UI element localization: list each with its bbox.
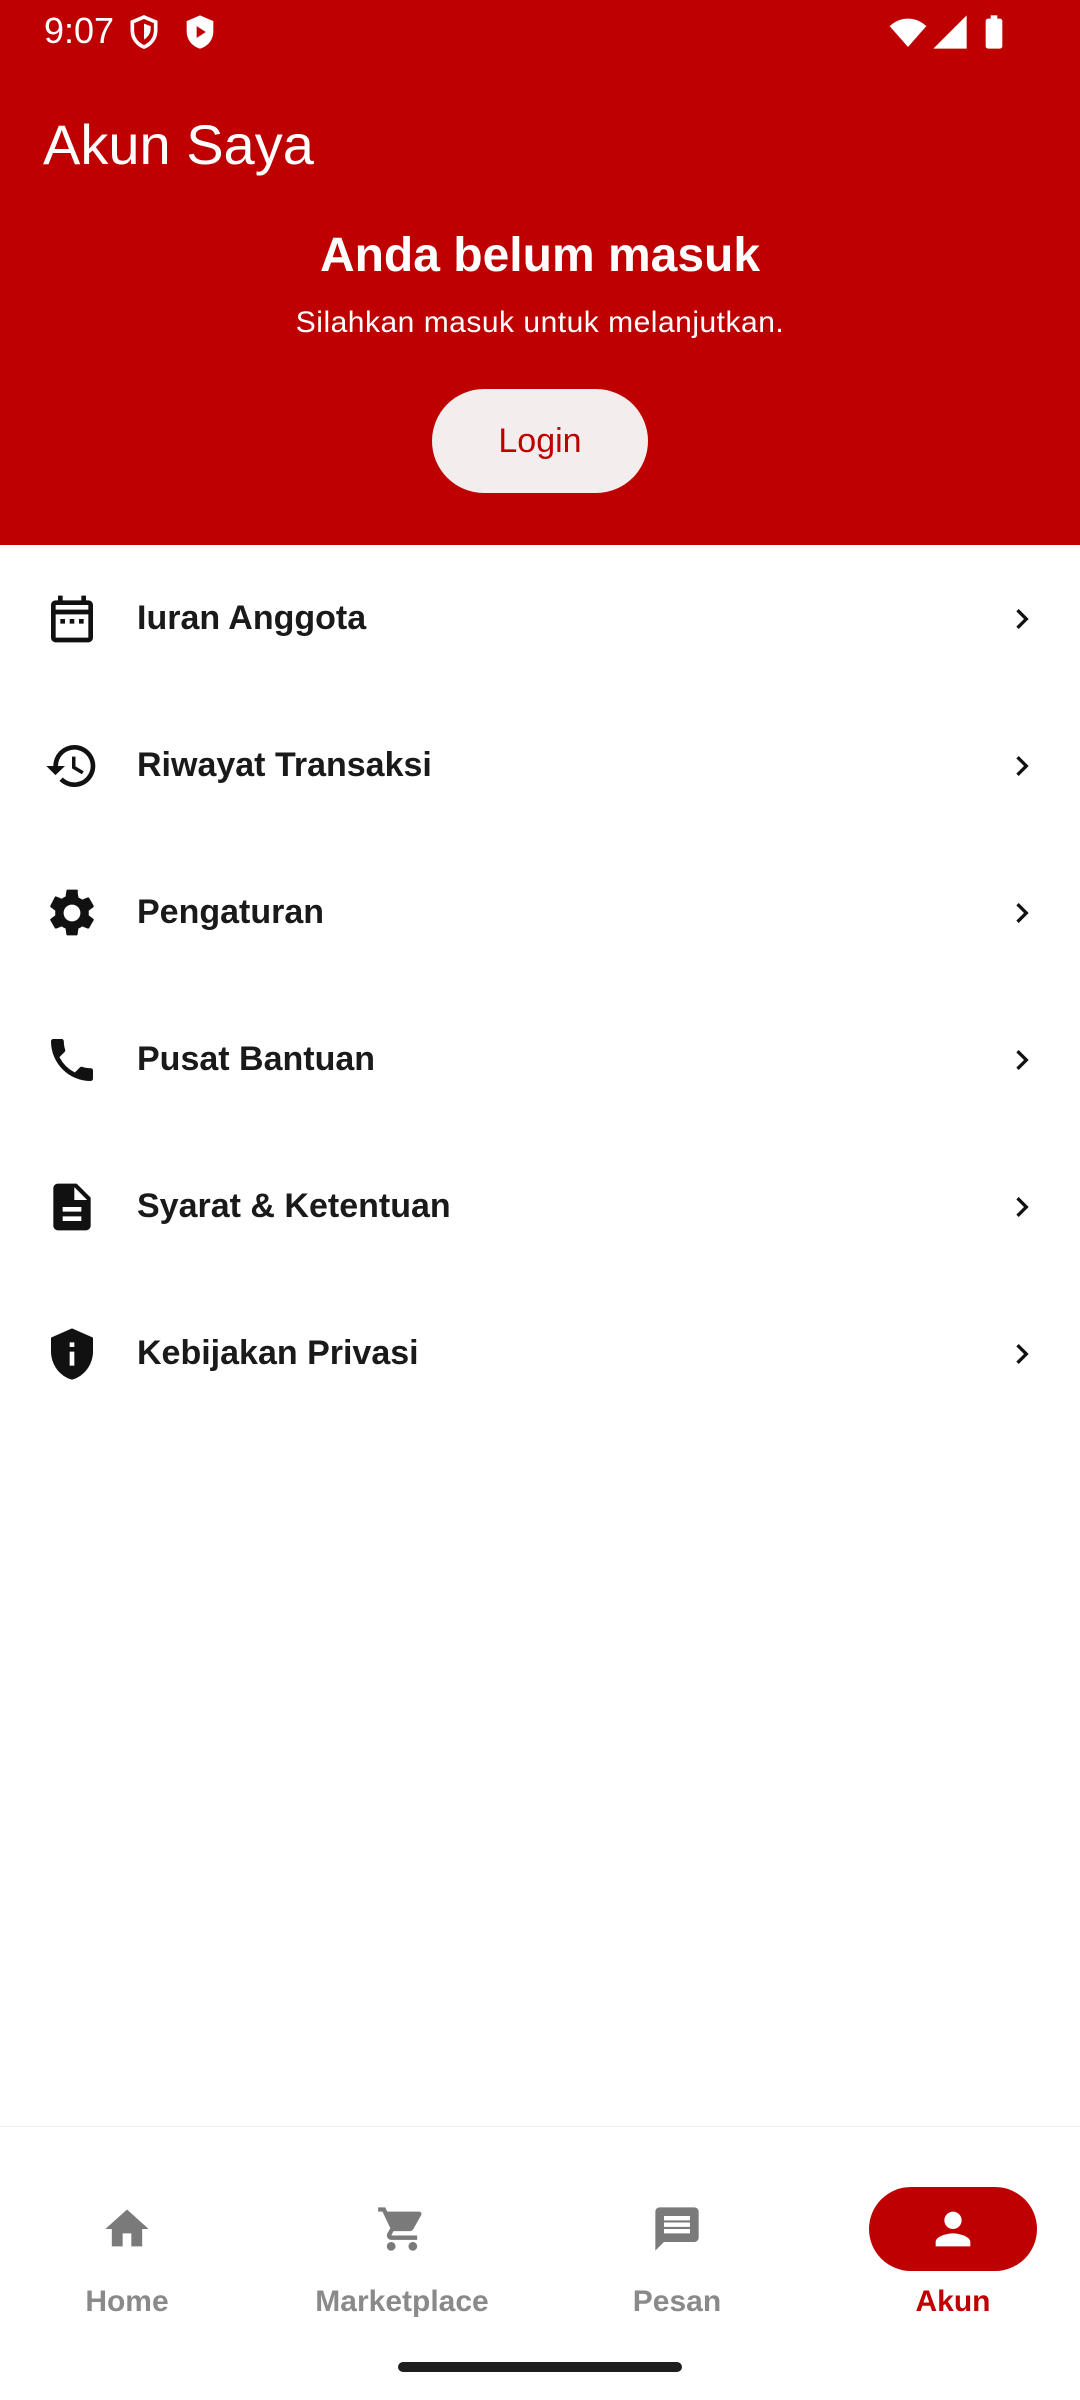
calendar-icon — [44, 591, 100, 647]
cart-icon — [318, 2187, 486, 2271]
chevron-right-icon — [1002, 893, 1042, 933]
nav-label: Marketplace — [315, 2285, 489, 2318]
nav-home[interactable]: Home — [27, 2157, 227, 2318]
nav-pesan[interactable]: Pesan — [577, 2157, 777, 2318]
status-time: 9:07 — [44, 10, 115, 51]
chevron-right-icon — [1002, 1334, 1042, 1374]
home-icon — [43, 2187, 211, 2271]
signal-icon — [930, 12, 970, 52]
menu-item-iuran-anggota[interactable]: Iuran Anggota — [0, 545, 1080, 692]
login-notice-subtitle: Silahkan masuk untuk melanjutkan. — [295, 306, 785, 339]
chevron-right-icon — [1002, 599, 1042, 639]
home-indicator[interactable] — [398, 2362, 682, 2372]
nav-label: Akun — [915, 2285, 991, 2318]
gear-icon — [44, 885, 100, 941]
status-bar: 9:07 — [0, 0, 1080, 64]
account-menu: Iuran Anggota Riwayat Transaksi Pengatur… — [0, 545, 1080, 1427]
play-protect-icon — [180, 12, 220, 52]
menu-item-label: Pengaturan — [137, 893, 325, 931]
account-screen: 9:07 Akun Saya Anda belum masuk Silahkan… — [0, 0, 1080, 2400]
account-header: 9:07 Akun Saya Anda belum masuk Silahkan… — [0, 0, 1080, 545]
nav-label: Pesan — [632, 2285, 722, 2318]
nav-marketplace[interactable]: Marketplace — [302, 2157, 502, 2318]
chevron-right-icon — [1002, 1040, 1042, 1080]
menu-item-label: Iuran Anggota — [137, 599, 367, 637]
menu-item-label: Riwayat Transaksi — [137, 746, 432, 784]
privacy-shield-icon — [44, 1326, 100, 1382]
wifi-icon — [888, 12, 928, 52]
login-notice-title: Anda belum masuk — [319, 229, 761, 282]
chevron-right-icon — [1002, 1187, 1042, 1227]
menu-item-label: Pusat Bantuan — [137, 1040, 376, 1078]
chevron-right-icon — [1002, 746, 1042, 786]
menu-item-kebijakan-privasi[interactable]: Kebijakan Privasi — [0, 1280, 1080, 1427]
nav-label: Home — [85, 2285, 169, 2318]
menu-item-label: Kebijakan Privasi — [137, 1334, 419, 1372]
menu-item-syarat-ketentuan[interactable]: Syarat & Ketentuan — [0, 1133, 1080, 1280]
menu-item-riwayat-transaksi[interactable]: Riwayat Transaksi — [0, 692, 1080, 839]
login-button[interactable]: Login — [432, 389, 648, 493]
message-icon — [593, 2187, 761, 2271]
battery-icon — [974, 12, 1014, 52]
phone-icon — [44, 1032, 100, 1088]
document-icon — [44, 1179, 100, 1235]
bottom-navigation: Home Marketplace Pesan Akun — [0, 2126, 1080, 2400]
history-icon — [44, 738, 100, 794]
person-icon — [869, 2187, 1037, 2271]
nav-akun[interactable]: Akun — [853, 2157, 1053, 2318]
menu-item-label: Syarat & Ketentuan — [137, 1187, 451, 1225]
vpn-shield-icon — [124, 12, 164, 52]
page-title: Akun Saya — [43, 113, 314, 176]
menu-item-pengaturan[interactable]: Pengaturan — [0, 839, 1080, 986]
menu-item-pusat-bantuan[interactable]: Pusat Bantuan — [0, 986, 1080, 1133]
